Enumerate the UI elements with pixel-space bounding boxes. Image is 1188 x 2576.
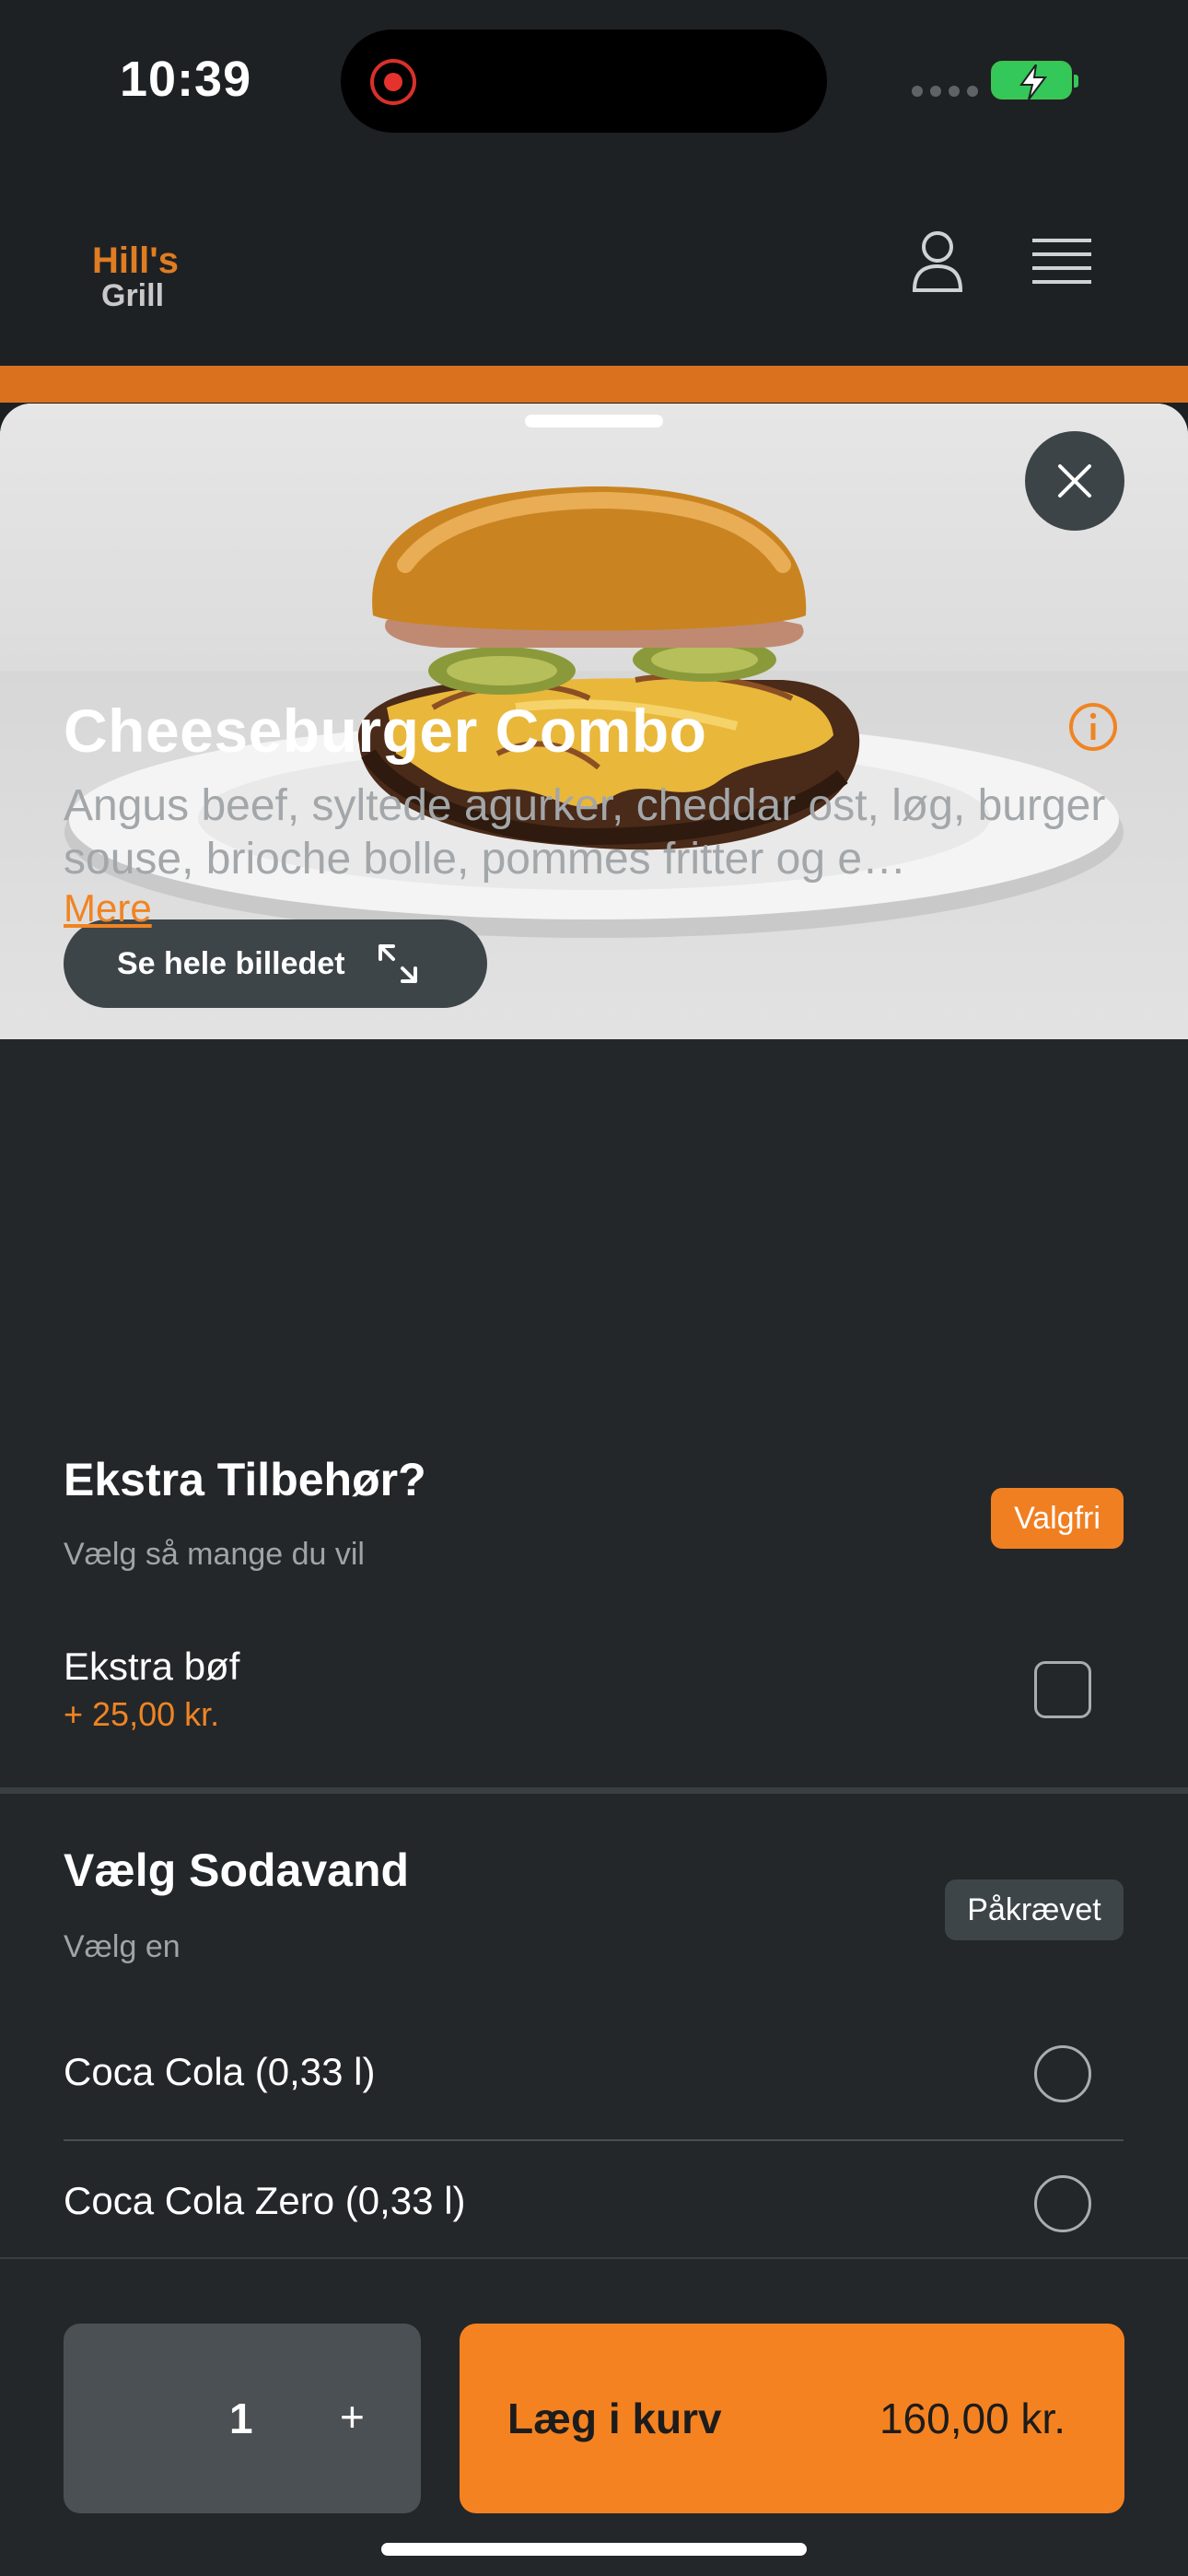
app-header: Hill's Grill (0, 161, 1188, 366)
quantity-stepper[interactable]: 1 + (64, 2324, 421, 2513)
extra-option-price: + 25,00 kr. (64, 1695, 220, 1733)
recording-indicator-icon (370, 59, 416, 105)
extras-section-subtitle: Vælg så mange du vil (64, 1537, 365, 1572)
dynamic-island (341, 29, 827, 133)
add-to-cart-price: 160,00 kr. (879, 2395, 1066, 2442)
signal-icon (912, 86, 978, 97)
category-bar (0, 366, 1188, 403)
close-button[interactable] (1025, 431, 1124, 531)
logo-text-top: Hill's (92, 240, 179, 281)
expand-icon (378, 944, 417, 983)
add-to-cart-label: Læg i kurv (507, 2395, 722, 2442)
soda-option-name: Coca Cola Zero (0,33 l) (64, 2179, 466, 2222)
quantity-plus-button[interactable]: + (340, 2392, 365, 2441)
extra-option-checkbox[interactable] (1034, 1661, 1091, 1718)
status-time: 10:39 (120, 52, 252, 107)
soda-option-radio[interactable] (1034, 2045, 1091, 2102)
see-full-image-label: Se hele billedet (117, 945, 345, 981)
close-icon (1058, 464, 1091, 498)
more-link[interactable]: Mere (64, 886, 152, 931)
bottom-action-bar: 1 + Læg i kurv 160,00 kr. (0, 2257, 1188, 2576)
quantity-value: 1 (229, 2395, 253, 2442)
option-divider (64, 2139, 1124, 2141)
hills-grill-logo[interactable]: Hill's Grill (92, 242, 193, 312)
hamburger-menu-icon[interactable] (1032, 237, 1091, 285)
soda-option-radio[interactable] (1034, 2175, 1091, 2232)
add-to-cart-button[interactable]: Læg i kurv 160,00 kr. (460, 2324, 1124, 2513)
section-divider (0, 1787, 1188, 1794)
home-indicator[interactable] (381, 2543, 807, 2556)
product-description: Angus beef, syltede agurker, cheddar ost… (64, 781, 1106, 884)
optional-badge: Valgfri (991, 1488, 1124, 1549)
soda-section-subtitle: Vælg en (64, 1929, 181, 1964)
profile-icon[interactable] (912, 229, 963, 294)
battery-charging-icon (991, 61, 1078, 100)
see-full-image-button[interactable]: Se hele billedet (64, 919, 487, 1008)
status-bar: 10:39 (0, 0, 1188, 161)
soda-option-name: Coca Cola (0,33 l) (64, 2050, 376, 2093)
extras-section-title: Ekstra Tilbehør? (64, 1454, 426, 1505)
info-icon[interactable] (1068, 702, 1118, 752)
sheet-grabber[interactable] (525, 415, 663, 427)
product-title: Cheeseburger Combo (64, 697, 707, 765)
extra-option-name: Ekstra bøf (64, 1645, 240, 1688)
soda-section-title: Vælg Sodavand (64, 1844, 410, 1896)
logo-text-bottom: Grill (101, 278, 165, 313)
required-badge: Påkrævet (945, 1879, 1124, 1940)
